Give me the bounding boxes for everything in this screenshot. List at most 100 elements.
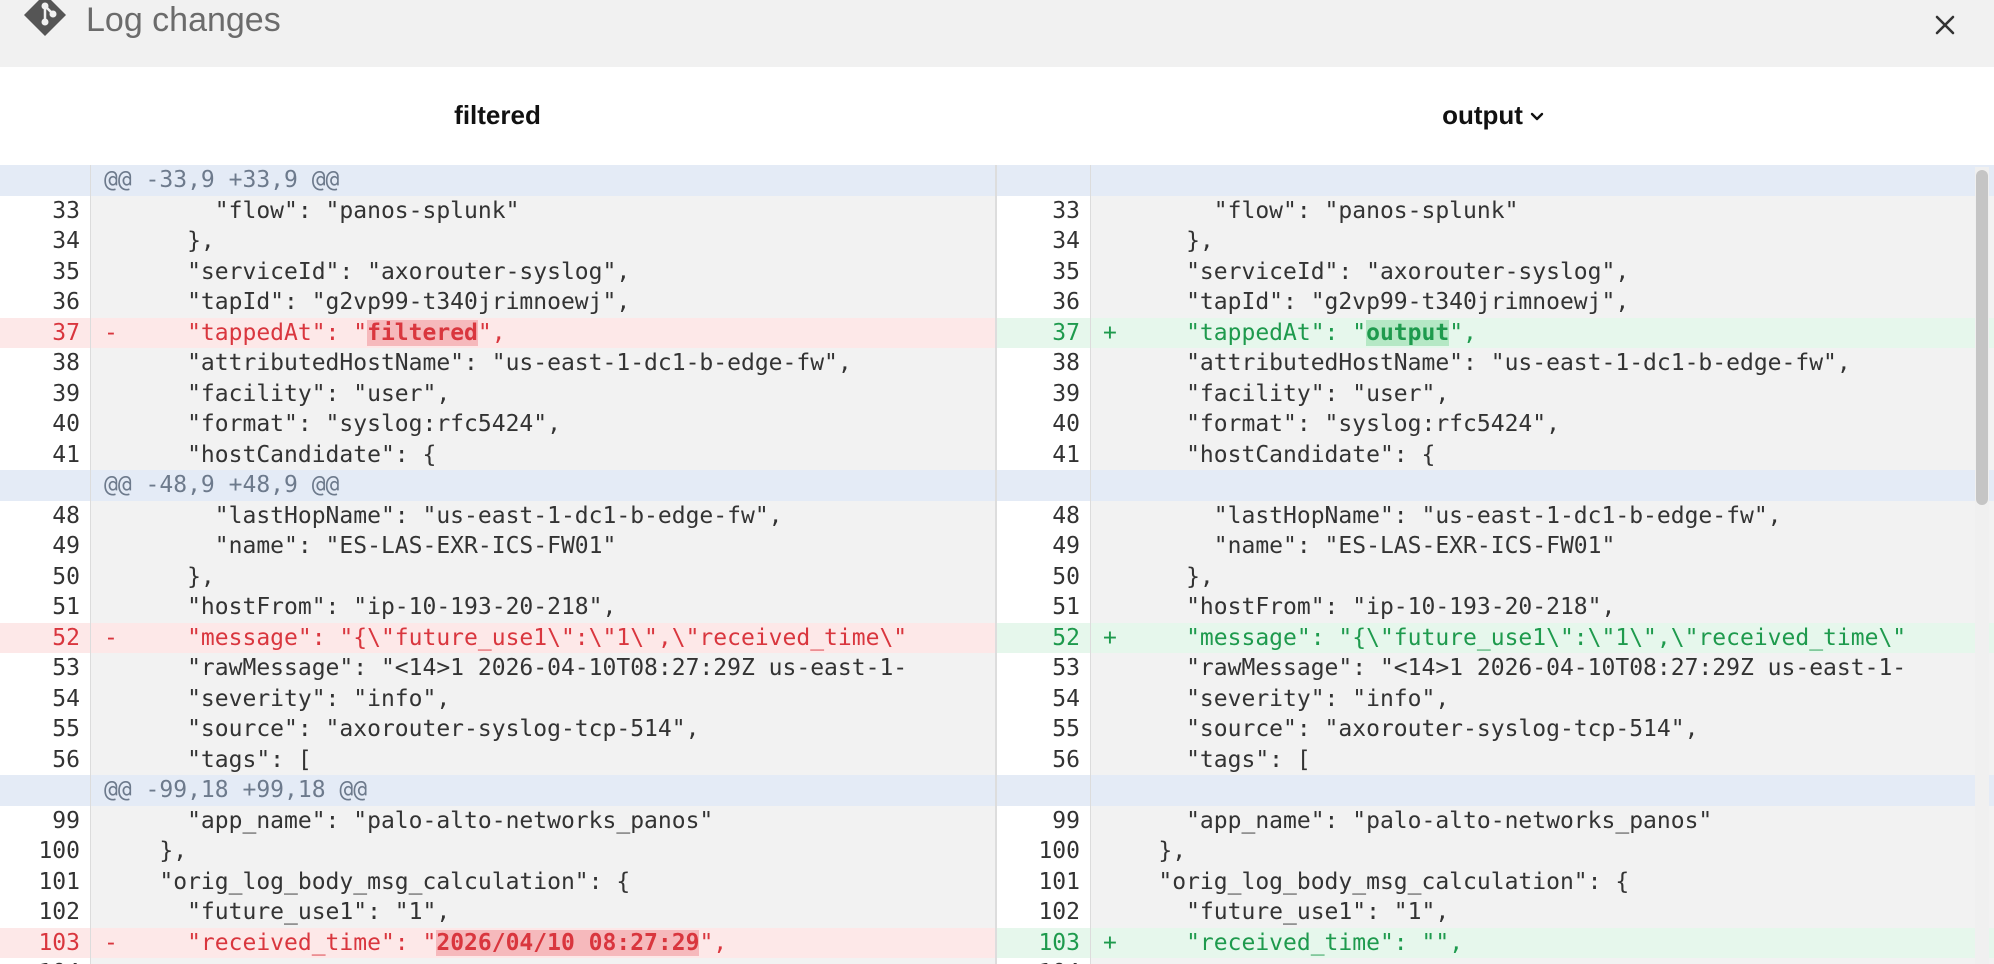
left-diff-cell: @@ -99,18 +99,18 @@ [0,775,995,806]
code-line: "format": "syslog:rfc5424", [1103,411,1560,437]
scrollbar-thumb[interactable] [1976,170,1988,505]
code-line: "source": "axorouter-syslog-tcp-514", [104,716,700,742]
line-number: 40 [0,409,90,440]
code-line: "received_time": "2026/04/10 08:27:29", [104,928,727,959]
code-line: "severity": "info", [1103,685,1450,712]
right-diff-cell: 100 }, [995,836,1994,867]
diff-row: 99 "app_name": "palo-alto-networks_panos… [0,805,1994,836]
gutter-divider [90,409,91,440]
line-number: 33 [0,195,90,226]
code-line: "name": "ES-LAS-EXR-ICS-FW01" [104,533,617,559]
right-diff-cell: 33 "flow": "panos-splunk" [995,195,1994,226]
line-number: 37 [995,317,1090,348]
line-number: 104 [0,958,90,964]
code-line: "source": "axorouter-syslog-tcp-514", [1103,716,1699,742]
gutter-divider [1090,622,1091,653]
pane-divider [995,165,997,964]
right-diff-cell: 34 }, [995,226,1994,257]
left-diff-cell: 36 "tapId": "g2vp99-t340jrimnoewj", [0,287,995,318]
gutter-divider [90,531,91,562]
line-number: 50 [995,561,1090,592]
code-line: "future_use1": "1", [104,899,451,925]
diff-row: 53 "rawMessage": "<14>1 2026-04-10T08:27… [0,653,1994,684]
diff-hunk-header: @@ -48,9 +48,9 @@ [0,470,1994,501]
code-line: "tappedAt": "output", [1103,318,1477,349]
gutter-divider [90,897,91,928]
line-number: 99 [995,805,1090,836]
right-diff-cell: 102 "future_use1": "1", [995,897,1994,928]
right-diff-cell: 36 "tapId": "g2vp99-t340jrimnoewj", [995,287,1994,318]
line-number: 55 [0,714,90,745]
line-number: 102 [0,897,90,928]
line-number: 36 [995,287,1090,318]
left-diff-cell: 56 "tags": [ [0,744,995,775]
right-pane-header: output [995,67,1994,165]
left-diff-cell: 101 "orig_log_body_msg_calculation": { [0,866,995,897]
hunk-header-text: @@ -48,9 +48,9 @@ [104,472,340,498]
diff-row: 55 "source": "axorouter-syslog-tcp-514",… [0,714,1994,745]
line-number: 49 [995,531,1090,562]
code-line: "hostCandidate": { [1103,441,1436,468]
gutter-divider [90,317,91,348]
gutter-divider [1090,653,1091,684]
line-number: 54 [0,683,90,714]
left-diff-cell: @@ -33,9 +33,9 @@ [0,165,995,196]
chevron-down-icon [1530,112,1544,121]
left-diff-cell: 50 }, [0,561,995,592]
right-pane-selector[interactable]: output [995,97,1994,133]
gutter-divider [90,165,91,196]
right-diff-cell: 53 "rawMessage": "<14>1 2026-04-10T08:27… [995,653,1994,684]
gutter-divider [90,226,91,257]
diff-row: 35 "serviceId": "axorouter-syslog", 35 "s… [0,256,1994,287]
line-number: 56 [0,744,90,775]
gutter-divider [90,622,91,653]
line-number: 52 [0,622,90,653]
gutter-divider [1090,958,1091,964]
gutter-divider [1090,287,1091,318]
code-line: }, [104,228,215,254]
close-icon[interactable] [1928,8,1962,42]
line-number: 38 [0,348,90,379]
right-diff-cell: 48 "lastHopName": "us-east-1-dc1-b-edge-… [995,500,1994,531]
gutter-divider [90,378,91,409]
diff-changed-row: 103- "received_time": "2026/04/10 08:27:… [0,927,1994,959]
code-line: "orig_log_body_msg_calculation": { [1103,868,1630,895]
code-line: "app_name": "palo-alto-networks_panos" [104,807,714,834]
removed-highlight: filtered [367,319,478,346]
code-prefix: "tappedAt": " [1103,319,1367,346]
gutter-divider [90,683,91,714]
code-line: "attributedHostName": "us-east-1-dc1-b-e… [104,350,852,376]
code-line: "received_time": "", [1103,928,1463,959]
dialog-title: Log changes [86,1,281,39]
gutter-divider [90,805,91,836]
gutter-divider [90,561,91,592]
diff-row: 38 "attributedHostName": "us-east-1-dc1-… [0,348,1994,379]
gutter-divider [90,714,91,745]
right-diff-cell: 55 "source": "axorouter-syslog-tcp-514", [995,714,1994,745]
left-diff-cell: @@ -48,9 +48,9 @@ [0,470,995,501]
gutter-divider [90,653,91,684]
hunk-header-text: @@ -33,9 +33,9 @@ [104,167,340,193]
left-diff-cell: 35 "serviceId": "axorouter-syslog", [0,256,995,287]
diff-row: 34 }, 34 }, [0,226,1994,257]
line-number: 103 [995,927,1090,958]
line-number: 100 [995,836,1090,867]
code-line: "future_use1": "1", [1103,899,1450,925]
diff-row: 100 }, 100 }, [0,836,1994,867]
right-pane-title: output [1442,100,1523,130]
gutter-divider [1090,317,1091,348]
left-diff-cell: 53 "rawMessage": "<14>1 2026-04-10T08:27… [0,653,995,684]
diff-row: 101 "orig_log_body_msg_calculation": {10… [0,866,1994,897]
line-number: 41 [0,439,90,470]
line-number [0,775,90,806]
line-number: 51 [995,592,1090,623]
code-line: "flow": "panos-splunk" [104,197,520,224]
line-number: 35 [995,256,1090,287]
line-number [0,470,90,501]
left-pane-title: filtered [454,100,541,130]
code-prefix: "received_time": " [1103,929,1436,956]
diff-view: @@ -33,9 +33,9 @@ 33 "flow": "panos-splun… [0,165,1994,964]
gutter-divider [1090,836,1091,867]
right-diff-cell: 52 + "message": "{\"future_use1\":\"1\",\… [995,622,1994,653]
gutter-divider [90,439,91,470]
